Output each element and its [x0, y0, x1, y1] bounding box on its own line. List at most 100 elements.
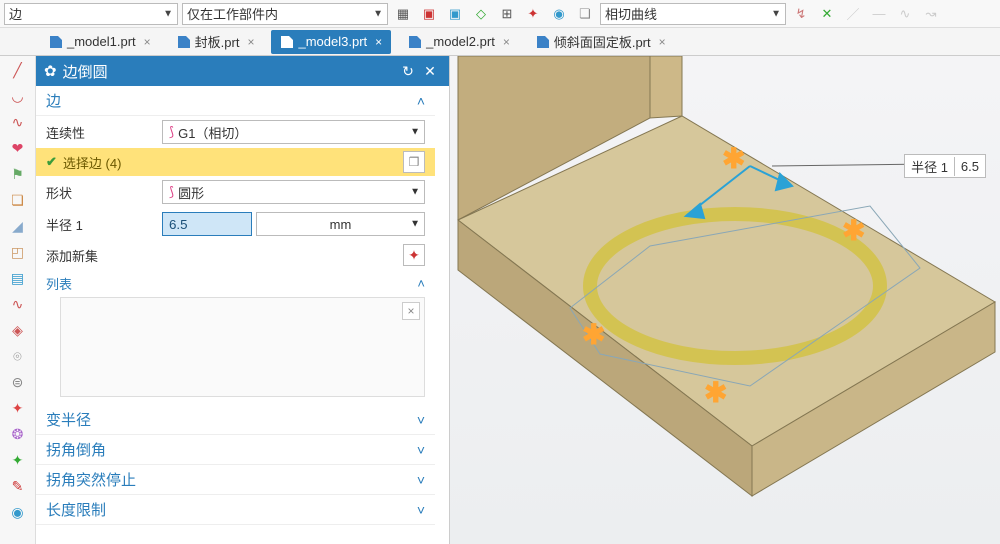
- close-icon[interactable]: ×: [659, 35, 666, 49]
- tool-wave-icon[interactable]: ∿: [4, 292, 32, 316]
- list-header[interactable]: 列表 ˄: [36, 270, 435, 297]
- chevron-down-icon: ˅: [417, 442, 425, 458]
- unit-dropdown[interactable]: mm ▼: [256, 212, 425, 236]
- filter-combo-2[interactable]: 仅在工作部件内 ▼: [182, 3, 388, 25]
- handle-marker[interactable]: ✱: [842, 214, 865, 247]
- radius-annotation[interactable]: 半径 1 6.5: [904, 154, 986, 178]
- model-geometry: [450, 56, 1000, 544]
- reset-button[interactable]: ↻: [397, 60, 419, 82]
- row-select-edges[interactable]: ✔ 选择边 (4) ❒: [36, 148, 435, 176]
- cube-button[interactable]: ❒: [403, 151, 425, 173]
- handle-marker[interactable]: ✱: [722, 142, 745, 175]
- filter-combo-2-value: 仅在工作部件内: [187, 4, 278, 23]
- tool-icon-11[interactable]: ／: [842, 3, 864, 25]
- handle-marker[interactable]: ✱: [704, 376, 727, 409]
- tab-label: _model2.prt: [426, 34, 495, 49]
- tool-heart-icon[interactable]: ❤: [4, 136, 32, 160]
- tool-cyl2-icon[interactable]: ⊜: [4, 370, 32, 394]
- tool-icon-3[interactable]: ▣: [444, 3, 466, 25]
- row-continuity: 连续性 ⟆ G1（相切） ▼: [36, 116, 435, 148]
- wave-icon: ⟆: [169, 184, 174, 200]
- close-icon[interactable]: ×: [375, 35, 382, 49]
- continuity-value: G1（相切）: [178, 123, 247, 142]
- section-varradius-label: 变半径: [46, 409, 91, 430]
- continuity-dropdown[interactable]: ⟆ G1（相切） ▼: [162, 120, 425, 144]
- tab-label: 封板.prt: [195, 32, 240, 51]
- left-toolbar: ╱ ◡ ∿ ❤ ⚑ ❏ ◢ ◰ ▤ ∿ ◈ ⌾ ⊜ ✦ ❂ ✦ ✎ ◉: [0, 56, 36, 544]
- filter-combo-3[interactable]: 相切曲线 ▼: [600, 3, 786, 25]
- tab-label: _model1.prt: [67, 34, 136, 49]
- tool-icon-14[interactable]: ↝: [920, 3, 942, 25]
- tool-cyl1-icon[interactable]: ⌾: [4, 344, 32, 368]
- tool-write-icon[interactable]: ✎: [4, 474, 32, 498]
- tool-spline-icon[interactable]: ∿: [4, 110, 32, 134]
- check-icon: ✔: [46, 154, 57, 170]
- tab-model3[interactable]: _model3.prt ×: [271, 30, 391, 54]
- wave-icon: ⟆: [169, 124, 174, 140]
- row-shape: 形状 ⟆ 圆形 ▼: [36, 176, 435, 208]
- tool-icon-12[interactable]: —: [868, 3, 890, 25]
- tab-label: 倾斜面固定板.prt: [554, 32, 651, 51]
- chevron-down-icon: ▼: [771, 8, 781, 19]
- add-set-button[interactable]: ✦: [403, 244, 425, 266]
- tool-line-icon[interactable]: ╱: [4, 58, 32, 82]
- filter-combo-1-value: 边: [9, 4, 22, 23]
- handle-marker[interactable]: ✱: [582, 318, 605, 351]
- shape-dropdown[interactable]: ⟆ 圆形 ▼: [162, 180, 425, 204]
- tool-icon-4[interactable]: ◇: [470, 3, 492, 25]
- tool-arc-icon[interactable]: ◡: [4, 84, 32, 108]
- close-icon[interactable]: ×: [144, 35, 151, 49]
- section-corner-stop[interactable]: 拐角突然停止 ˅: [36, 465, 435, 495]
- part-icon: [49, 35, 63, 49]
- section-var-radius[interactable]: 变半径 ˅: [36, 405, 435, 435]
- close-icon[interactable]: ×: [503, 35, 510, 49]
- tool-icon-8[interactable]: ❏: [574, 3, 596, 25]
- tool-layers-icon[interactable]: ❏: [4, 188, 32, 212]
- radius-input[interactable]: [162, 212, 252, 236]
- radius-unit: mm: [330, 217, 352, 232]
- row-addset-label: 添加新集: [46, 246, 98, 265]
- tool-pan-icon[interactable]: ◢: [4, 214, 32, 238]
- shape-value: 圆形: [178, 183, 204, 202]
- chevron-up-icon: ˄: [417, 276, 425, 291]
- chevron-down-icon: ▼: [163, 8, 173, 19]
- tab-fengban[interactable]: 封板.prt ×: [168, 30, 264, 54]
- chevron-down-icon: ▼: [410, 127, 420, 138]
- tool-green-icon[interactable]: ✦: [4, 448, 32, 472]
- tool-icon-13[interactable]: ∿: [894, 3, 916, 25]
- section-length-limit-label: 长度限制: [46, 499, 106, 520]
- edge-blend-panel: ✿ 边倒圆 ↻ ✕ 边 ˄ 连续性 ⟆ G1（相切） ▼: [36, 56, 450, 544]
- tool-icon-10[interactable]: ✕: [816, 3, 838, 25]
- close-button[interactable]: ✕: [419, 60, 441, 82]
- delete-item-button[interactable]: ×: [402, 302, 420, 320]
- tool-red-icon[interactable]: ✦: [4, 396, 32, 420]
- section-edges[interactable]: 边 ˄: [36, 86, 435, 116]
- tool-icon-5[interactable]: ⊞: [496, 3, 518, 25]
- top-toolbar: 边 ▼ 仅在工作部件内 ▼ ▦ ▣ ▣ ◇ ⊞ ✦ ◉ ❏ 相切曲线 ▼ ↯ ✕…: [0, 0, 1000, 28]
- tool-purple-icon[interactable]: ❂: [4, 422, 32, 446]
- radius-annotation-label: 半径 1: [905, 157, 955, 176]
- section-length-limit[interactable]: 长度限制 ˅: [36, 495, 435, 525]
- tool-rhomb-icon[interactable]: ◈: [4, 318, 32, 342]
- part-icon: [280, 35, 294, 49]
- tab-model1[interactable]: _model1.prt ×: [40, 30, 160, 54]
- document-tabs: _model1.prt × 封板.prt × _model3.prt × _mo…: [0, 28, 1000, 56]
- tab-inclined[interactable]: 倾斜面固定板.prt ×: [527, 30, 675, 54]
- tool-blue-icon[interactable]: ◉: [4, 500, 32, 524]
- tool-icon-2[interactable]: ▣: [418, 3, 440, 25]
- tool-box-icon[interactable]: ◰: [4, 240, 32, 264]
- tool-icon-9[interactable]: ↯: [790, 3, 812, 25]
- chevron-down-icon: ▼: [410, 219, 420, 230]
- tool-page-icon[interactable]: ▤: [4, 266, 32, 290]
- row-continuity-label: 连续性: [46, 123, 156, 142]
- filter-combo-1[interactable]: 边 ▼: [4, 3, 178, 25]
- tool-icon-7[interactable]: ◉: [548, 3, 570, 25]
- tool-icon-6[interactable]: ✦: [522, 3, 544, 25]
- close-icon[interactable]: ×: [247, 35, 254, 49]
- tool-icon-1[interactable]: ▦: [392, 3, 414, 25]
- list-label: 列表: [46, 274, 72, 293]
- section-corner-chamfer[interactable]: 拐角倒角 ˅: [36, 435, 435, 465]
- tool-flag-icon[interactable]: ⚑: [4, 162, 32, 186]
- tab-model2[interactable]: _model2.prt ×: [399, 30, 519, 54]
- 3d-viewport[interactable]: ✱ ✱ ✱ ✱ 半径 1 6.5: [450, 56, 1000, 544]
